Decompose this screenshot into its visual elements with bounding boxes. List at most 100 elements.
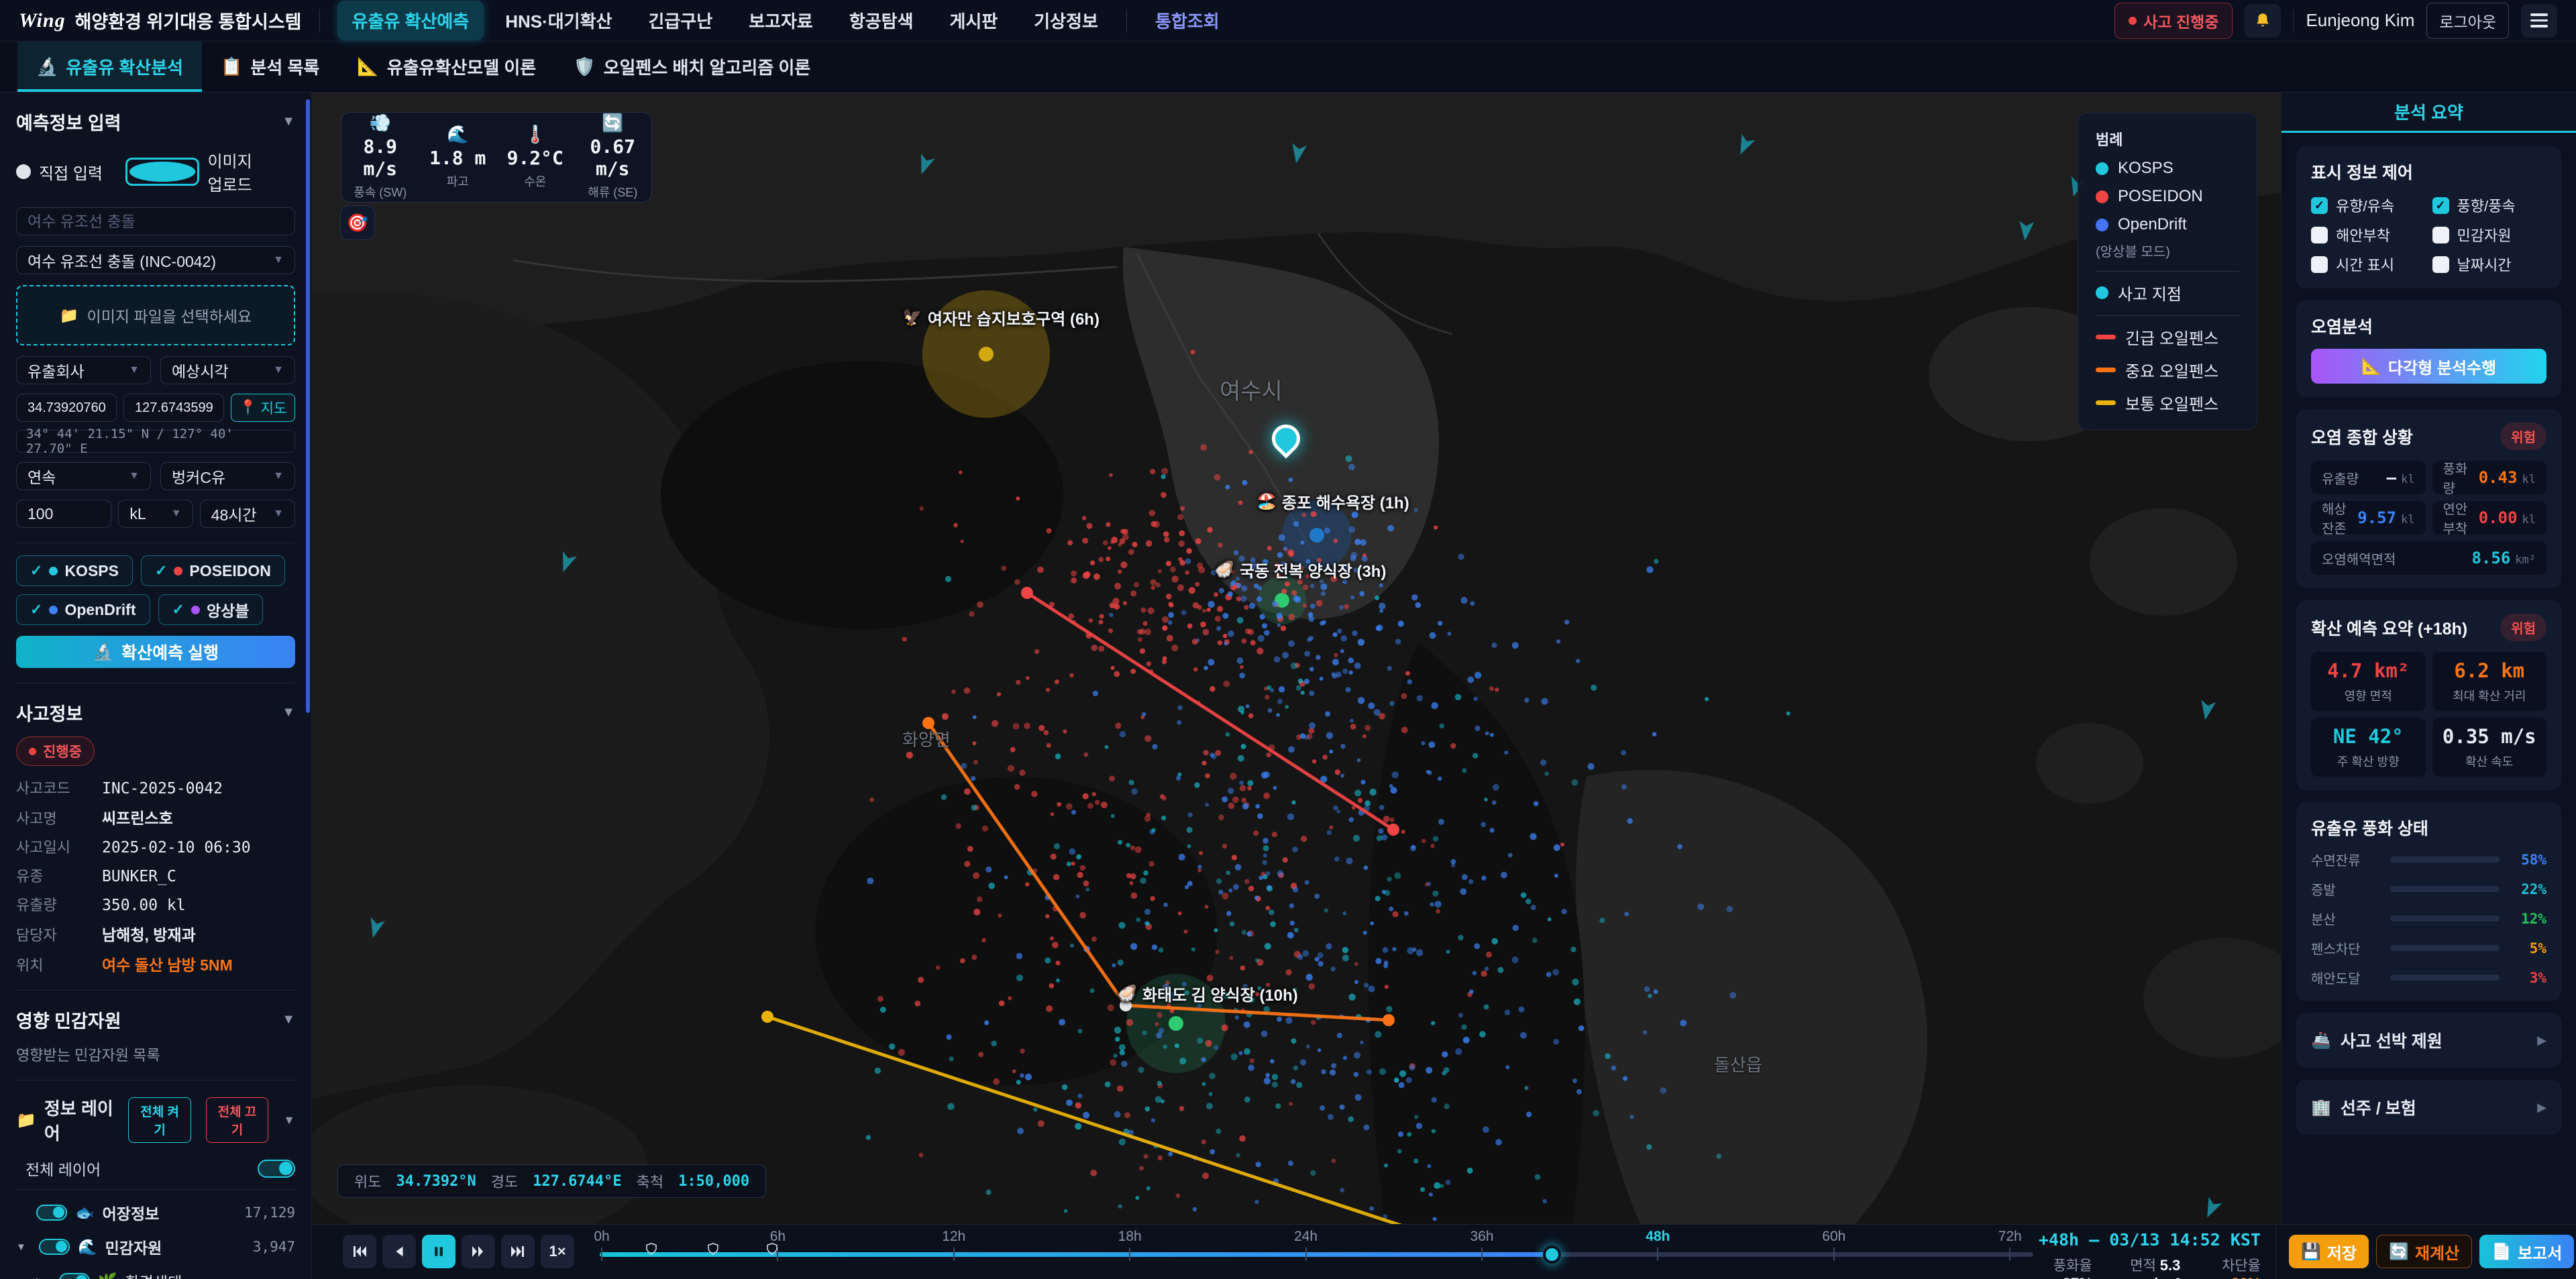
layer-toggle[interactable]	[39, 1239, 70, 1255]
layer-row-sensitive-resources: ▼ 🌊 민감자원 3,947	[16, 1235, 295, 1258]
bar-track	[2390, 886, 2500, 892]
timeline-tick-18h[interactable]: 18h	[1118, 1229, 1142, 1245]
timeline-bar: 1× 0h6h12h18h24h36h48h60h72h +48h — 03/1…	[312, 1224, 2576, 1279]
checkbox-current[interactable]: ✓유향/유속	[2311, 194, 2426, 216]
sidebar-scrollbar[interactable]	[306, 99, 310, 713]
step-back-button[interactable]	[382, 1235, 416, 1268]
amount-input[interactable]	[16, 500, 111, 528]
nav-board[interactable]: 게시판	[935, 1, 1013, 40]
radio-image-upload[interactable]: 이미지 업로드	[125, 148, 252, 195]
nav-rescue[interactable]: 긴급구난	[633, 1, 727, 40]
notifications-button[interactable]	[2245, 4, 2281, 38]
red-dot-icon	[29, 748, 36, 755]
longitude-input[interactable]	[123, 394, 224, 422]
checkbox-sensitive[interactable]: 민감자원	[2432, 224, 2547, 245]
tab-diffusion-analysis[interactable]: 🔬 유출유 확산분석	[17, 42, 202, 92]
model-toggle-poseidon[interactable]: ✓ POSEIDON	[141, 555, 285, 586]
stat-value: 0.00	[2479, 508, 2518, 527]
layer-toggle[interactable]	[59, 1273, 90, 1279]
map[interactable]: 💨 8.9 m/s 풍속 (SW) 🌊 1.8 m 파고 🌡️ 9.2°C 수온…	[312, 93, 2281, 1224]
checkbox-datetime[interactable]: 날짜시간	[2432, 254, 2547, 275]
timeline-tick-24h[interactable]: 24h	[1294, 1229, 1318, 1245]
fish-icon: 🐟	[75, 1204, 95, 1222]
chevron-down-icon: ▼	[273, 470, 284, 482]
timeline-tick-12h[interactable]: 12h	[942, 1229, 965, 1245]
checkbox-wind[interactable]: ✓풍향/풍속	[2432, 194, 2547, 216]
weather-label: 풍속 (SW)	[341, 183, 419, 201]
timeline-tick-36h[interactable]: 36h	[1470, 1229, 1493, 1245]
recalculate-button[interactable]: 🔄재계산	[2376, 1235, 2472, 1268]
timeline-tick-60h[interactable]: 60h	[1822, 1229, 1845, 1245]
site-name: 국동 전복 양식장 (3h)	[1240, 558, 1387, 581]
sensitive-section-header[interactable]: 영향 민감자원 ▼	[16, 1007, 295, 1033]
layers-all-off-button[interactable]: 전체 끄기	[206, 1097, 268, 1143]
chevron-right-icon[interactable]: ▶	[36, 1275, 51, 1279]
incident-search-input[interactable]	[16, 207, 295, 235]
report-button[interactable]: 📄보고서	[2479, 1235, 2574, 1268]
run-prediction-button[interactable]: 🔬 확산예측 실행	[16, 636, 295, 668]
timeline-thumb[interactable]	[1543, 1245, 1561, 1264]
spill-mode-select[interactable]: 연속 ▼	[16, 462, 151, 490]
predict-section-header[interactable]: 예측정보 입력 ▼	[16, 109, 295, 135]
vessel-spec-card[interactable]: 🚢 사고 선박 제원 ▶	[2296, 1013, 2561, 1068]
tab-oilfence-theory[interactable]: 🛡️ 오일펜스 배치 알고리즘 이론	[555, 42, 829, 92]
expected-time-select[interactable]: 예상시각 ▼	[160, 356, 295, 384]
tick-mark	[1657, 1247, 1658, 1261]
nav-aerial-search[interactable]: 항공탐색	[835, 1, 928, 40]
pollution-analysis-card: 오염분석 📐 다각형 분석수행	[2296, 300, 2561, 397]
legend-opendrift: OpenDrift	[2096, 215, 2239, 234]
menu-button[interactable]	[2521, 4, 2557, 38]
radio-direct-input[interactable]: 직접 입력	[16, 160, 103, 184]
status-label: 진행중	[43, 741, 82, 761]
image-dropzone[interactable]: 📁 이미지 파일을 선택하세요	[16, 285, 295, 345]
timeline[interactable]: 0h6h12h18h24h36h48h60h72h	[600, 1225, 2033, 1279]
nav-integrated-search[interactable]: 통합조회	[1140, 1, 1234, 40]
legend-line-swatch	[2096, 368, 2116, 372]
company-select[interactable]: 유출회사 ▼	[16, 356, 151, 384]
speed-button[interactable]: 1×	[541, 1235, 574, 1268]
model-toggle-ensemble[interactable]: ✓ 앙상블	[158, 594, 264, 625]
chevron-down-icon[interactable]: ▼	[16, 1241, 31, 1253]
pause-button[interactable]	[422, 1235, 455, 1268]
kv-label: 유출량	[16, 893, 102, 915]
topbar: Wing 해양환경 위기대응 통합시스템 유출유 확산예측 HNS·대기확산 긴…	[0, 0, 2576, 42]
model-color-dot	[174, 567, 182, 575]
timeline-tick-72h[interactable]: 72h	[1998, 1229, 2022, 1245]
chevron-down-icon: ▼	[282, 114, 295, 129]
locate-incident-button[interactable]: 🎯	[340, 205, 375, 240]
pick-on-map-button[interactable]: 📍 지도	[231, 394, 295, 422]
checkbox-time[interactable]: 시간 표시	[2311, 254, 2426, 275]
model-toggle-opendrift[interactable]: ✓ OpenDrift	[16, 594, 150, 625]
weather-wind: 💨 8.9 m/s 풍속 (SW)	[341, 114, 419, 201]
nav-reports[interactable]: 보고자료	[734, 1, 828, 40]
tab-model-theory[interactable]: 📐 유출유확산모델 이론	[338, 42, 555, 92]
duration-select[interactable]: 48시간 ▼	[200, 500, 295, 528]
nav-oil-diffusion[interactable]: 유출유 확산예측	[337, 1, 484, 40]
logout-button[interactable]: 로그아웃	[2426, 3, 2509, 39]
polygon-analysis-button[interactable]: 📐 다각형 분석수행	[2311, 349, 2546, 384]
layer-toggle[interactable]	[36, 1205, 67, 1221]
nav-weather-info[interactable]: 기상정보	[1019, 1, 1113, 40]
unit-select[interactable]: kL ▼	[118, 500, 193, 528]
check-icon: ✓	[155, 562, 167, 579]
fast-forward-button[interactable]	[462, 1235, 495, 1268]
tab-analysis-list[interactable]: 📋 분석 목록	[202, 42, 338, 92]
incident-section-header[interactable]: 사고정보 ▼	[16, 700, 295, 726]
skip-start-button[interactable]	[343, 1235, 376, 1268]
timeline-tick-0h[interactable]: 0h	[594, 1229, 609, 1245]
save-button[interactable]: 💾저장	[2289, 1235, 2369, 1268]
master-layer-toggle[interactable]	[258, 1160, 295, 1178]
layers-all-on-button[interactable]: 전체 켜기	[128, 1097, 191, 1143]
latitude-input[interactable]	[16, 394, 117, 422]
skip-end-button[interactable]	[501, 1235, 535, 1268]
oil-type-select[interactable]: 벙커C유 ▼	[160, 462, 295, 490]
legend-kosps: KOSPS	[2096, 159, 2239, 178]
checkbox-shore-adhesion[interactable]: 해안부착	[2311, 224, 2426, 245]
model-toggle-kosps[interactable]: ✓ KOSPS	[16, 555, 133, 586]
owner-insurance-card[interactable]: 🏢 선주 / 보험 ▶	[2296, 1080, 2561, 1135]
timeline-tick-48h[interactable]: 48h	[1646, 1229, 1670, 1245]
tick-mark	[2009, 1247, 2010, 1261]
bell-icon	[2254, 11, 2271, 30]
nav-hns[interactable]: HNS·대기확산	[490, 1, 627, 40]
incident-select[interactable]: 여수 유조선 충돌 (INC-0042) ▼	[16, 246, 295, 274]
